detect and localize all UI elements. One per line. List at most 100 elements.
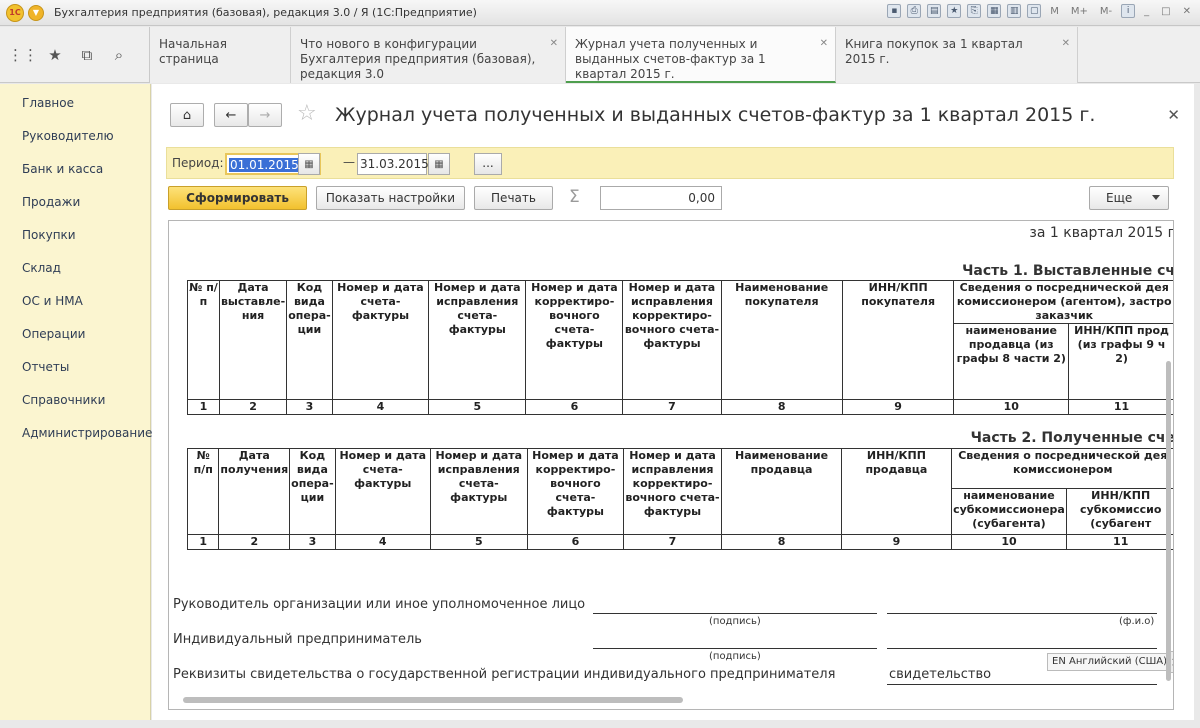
tab-close-icon[interactable]: ✕ — [550, 36, 558, 51]
preview-icon[interactable]: ▤ — [927, 4, 942, 18]
save-icon[interactable]: ▪ — [887, 4, 902, 18]
info-icon[interactable]: i — [1121, 4, 1136, 18]
table-header: Сведения о посреднической дея комиссионе… — [950, 448, 1173, 489]
date-to-calendar-icon[interactable]: ▦ — [428, 153, 450, 175]
home-icon: ⌂ — [182, 107, 192, 123]
minimize-icon[interactable]: _ — [1141, 4, 1152, 18]
table-header: ИНН/КПП продавца — [841, 448, 952, 535]
open-tabs: Начальная страница Что нового в конфигур… — [150, 27, 1078, 83]
close-form-icon[interactable]: ✕ — [1167, 106, 1180, 124]
apps-grid-icon[interactable]: ⋮⋮ — [8, 46, 38, 64]
signature-caption: (подпись) — [709, 651, 761, 662]
column-number: 10 — [953, 399, 1070, 415]
table-header: Код вида опера-ции — [286, 280, 333, 400]
home-button[interactable]: ⌂ — [170, 103, 204, 127]
date-to-field[interactable]: 31.03.2015 — [357, 153, 429, 175]
sidebar-item-fixed-assets[interactable]: ОС и НМА — [0, 284, 150, 317]
sidebar-item-operations[interactable]: Операции — [0, 317, 150, 350]
back-button[interactable]: ← — [214, 103, 248, 127]
memory-minus-button[interactable]: M- — [1097, 4, 1115, 18]
arrow-left-icon: ← — [225, 107, 237, 123]
sidebar-item-catalogs[interactable]: Справочники — [0, 383, 150, 416]
table-header: ИНН/КПП покупателя — [841, 280, 955, 400]
table-header: Номер и дата исправления счета-фактуры — [428, 280, 527, 400]
favorite-add-icon[interactable]: ★ — [947, 4, 962, 18]
maximize-icon[interactable]: □ — [1158, 4, 1173, 18]
vertical-scrollbar[interactable] — [1166, 361, 1171, 681]
table-subheader: наименование продавца (из графы 8 части … — [953, 323, 1070, 400]
more-button[interactable]: Еще — [1089, 186, 1169, 210]
page-title: Журнал учета полученных и выданных счето… — [335, 104, 1096, 126]
part2-title: Часть 2. Полученные сче — [970, 430, 1174, 446]
app-logo-icon[interactable]: 1С — [6, 3, 24, 22]
sidebar-item-admin[interactable]: Администрирование — [0, 416, 152, 449]
tab-label: Что нового в конфигурации Бухгалтерия пр… — [300, 37, 536, 81]
column-number: 9 — [841, 399, 955, 415]
print-icon[interactable]: ⎙ — [907, 4, 922, 18]
tab-whats-new[interactable]: Что нового в конфигурации Бухгалтерия пр… — [291, 27, 566, 83]
calendar-icon[interactable]: ▥ — [1007, 4, 1022, 18]
sidebar-item-warehouse[interactable]: Склад — [0, 251, 150, 284]
horizontal-scrollbar[interactable] — [183, 697, 683, 703]
part1-title: Часть 1. Выставленные сч — [962, 263, 1174, 279]
period-label: Период: — [172, 156, 224, 170]
select-period-button[interactable]: ... — [474, 153, 502, 175]
registration-label: Реквизиты свидетельства о государственно… — [173, 667, 836, 682]
search-icon[interactable]: ⌕ — [110, 46, 128, 64]
signature-line — [593, 648, 877, 649]
memory-plus-button[interactable]: M+ — [1068, 4, 1091, 18]
main-menu-icon[interactable]: ▼ — [28, 4, 44, 21]
add-to-favorites-star-icon[interactable]: ☆ — [297, 101, 317, 126]
column-number: 7 — [623, 534, 722, 550]
more-label: Еще — [1106, 191, 1133, 205]
calculator-icon[interactable]: ▦ — [987, 4, 1002, 18]
table-header: Номер и дата исправления корректиро-вочн… — [622, 280, 722, 400]
sections-sidebar: Главное Руководителю Банк и касса Продаж… — [0, 84, 152, 720]
print-button[interactable]: Печать — [474, 186, 553, 210]
table-header: Номер и дата исправления счета-фактуры — [429, 448, 528, 535]
tab-purchase-book[interactable]: Книга покупок за 1 квартал 2015 г. ✕ — [836, 27, 1078, 83]
tab-close-icon[interactable]: ✕ — [1062, 36, 1070, 51]
show-settings-button[interactable]: Показать настройки — [316, 186, 465, 210]
column-number: 2 — [218, 534, 291, 550]
table-header: Номер и дата корректиро-вочного счета-фа… — [525, 280, 624, 400]
table-header: Номер и дата счета-фактуры — [334, 448, 431, 535]
generate-button[interactable]: Сформировать — [168, 186, 307, 210]
forward-button[interactable]: → — [248, 103, 282, 127]
part1-table: № п/п Дата выставле-ния Код вида опера-ц… — [187, 280, 1173, 415]
column-number: 9 — [841, 534, 952, 550]
link-icon[interactable]: ⎘ — [967, 4, 982, 18]
signature-head-label: Руководитель организации или иное уполно… — [173, 597, 586, 612]
tab-label: Начальная страница — [159, 37, 227, 66]
column-number: 3 — [289, 534, 336, 550]
fio-line — [887, 613, 1157, 614]
sidebar-item-purchases[interactable]: Покупки — [0, 218, 150, 251]
tab-label: Журнал учета полученных и выданных счето… — [575, 37, 766, 81]
document-icon[interactable]: ▢ — [1027, 4, 1042, 18]
sidebar-item-reports[interactable]: Отчеты — [0, 350, 150, 383]
report-sheet[interactable]: за 1 квартал 2015 г Часть 1. Выставленны… — [168, 220, 1174, 710]
sidebar-item-main[interactable]: Главное — [0, 86, 150, 119]
sidebar-item-manager[interactable]: Руководителю — [0, 119, 150, 152]
report-content: за 1 квартал 2015 г Часть 1. Выставленны… — [169, 221, 1174, 691]
sidebar-item-sales[interactable]: Продажи — [0, 185, 150, 218]
date-from-calendar-icon[interactable]: ▦ — [298, 153, 320, 175]
sum-field[interactable]: 0,00 — [600, 186, 722, 210]
certificate-value: свидетельство — [889, 667, 992, 682]
close-window-icon[interactable]: ✕ — [1180, 4, 1194, 18]
tab-invoice-journal[interactable]: Журнал учета полученных и выданных счето… — [566, 27, 836, 83]
memory-m-button[interactable]: M — [1047, 4, 1062, 18]
column-number: 1 — [187, 399, 220, 415]
period-dash: — — [343, 155, 355, 169]
quick-icons: ⋮⋮ ★ ⧉ ⌕ — [0, 27, 150, 83]
column-number: 5 — [429, 534, 528, 550]
tab-close-icon[interactable]: ✕ — [820, 36, 828, 51]
history-icon[interactable]: ⧉ — [78, 46, 96, 64]
tab-home[interactable]: Начальная страница — [150, 27, 291, 83]
sidebar-item-bank[interactable]: Банк и касса — [0, 152, 150, 185]
fio-caption: (ф.и.о) — [1119, 616, 1155, 627]
favorites-star-icon[interactable]: ★ — [46, 46, 64, 64]
column-number: 4 — [331, 399, 430, 415]
table-header: Номер и дата исправления корректиро-вочн… — [623, 448, 722, 535]
window-title: Бухгалтерия предприятия (базовая), редак… — [54, 6, 477, 19]
